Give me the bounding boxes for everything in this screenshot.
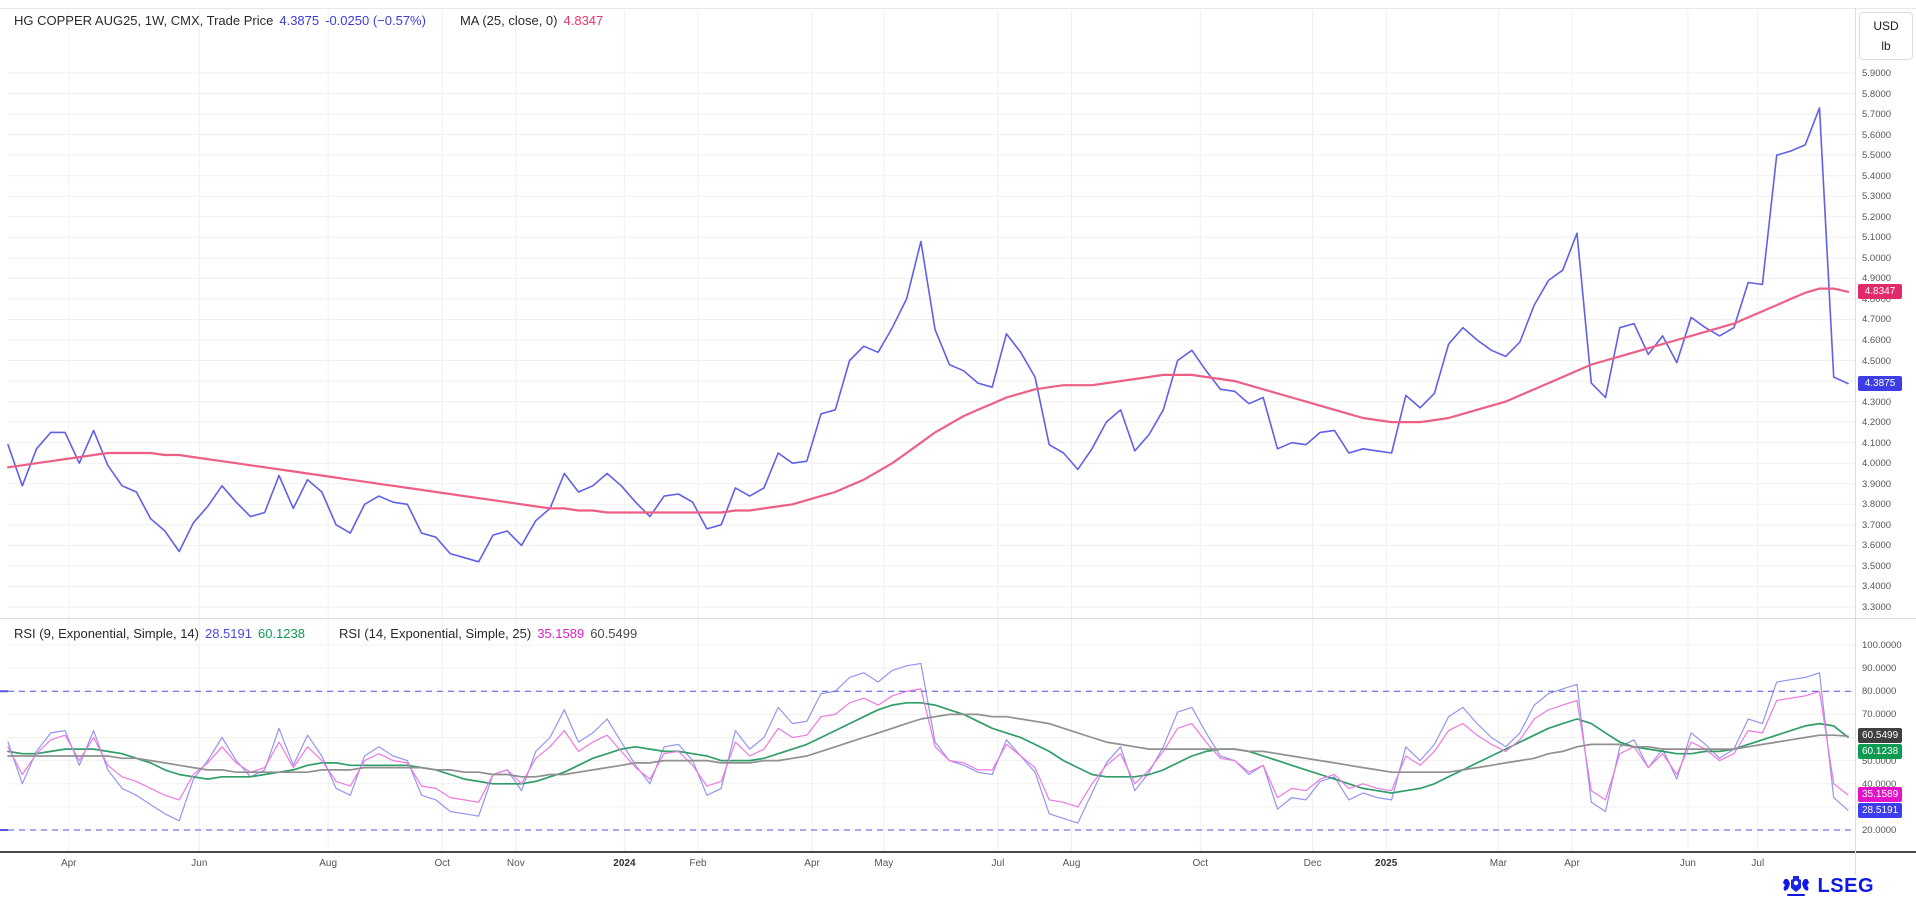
- price-and-rsi-chart[interactable]: [0, 0, 1916, 905]
- month-label: Oct: [1193, 858, 1209, 869]
- month-label: Feb: [689, 858, 706, 869]
- last-price-value: 4.3875: [279, 13, 319, 28]
- price-change-value: -0.0250 (−0.57%): [325, 13, 426, 28]
- month-label: Jun: [191, 858, 207, 869]
- month-label: Nov: [507, 858, 525, 869]
- price-axis-label: 5.4000: [1862, 171, 1891, 182]
- price-axis-label: 3.8000: [1862, 499, 1891, 510]
- rsi14-smooth-value: 60.5499: [590, 626, 637, 641]
- price-axis-label: 3.5000: [1862, 561, 1891, 572]
- rsi14-smooth-badge: 60.5499: [1858, 728, 1902, 743]
- month-label: Apr: [61, 858, 77, 869]
- lseg-crest-icon: [1781, 874, 1811, 898]
- year-label: 2025: [1375, 858, 1397, 869]
- price-axis-label: 5.6000: [1862, 130, 1891, 141]
- price-axis-label: 3.6000: [1862, 540, 1891, 551]
- top-border: [0, 8, 1916, 9]
- panel-separator[interactable]: [0, 618, 1916, 619]
- price-axis-label: 5.1000: [1862, 232, 1891, 243]
- rsi14-badge: 35.1589: [1858, 787, 1902, 802]
- price-axis-label: 5.0000: [1862, 253, 1891, 264]
- price-axis-border[interactable]: [1855, 8, 1856, 875]
- price-axis-label: 4.9000: [1862, 273, 1891, 284]
- price-axis-label: 5.7000: [1862, 109, 1891, 120]
- month-label: Aug: [1063, 858, 1081, 869]
- ma-badge: 4.8347: [1858, 284, 1902, 299]
- price-axis-label: 5.9000: [1862, 68, 1891, 79]
- rsi-axis-label: 70.0000: [1862, 709, 1896, 720]
- unit-currency: USD: [1873, 16, 1898, 36]
- month-label: Mar: [1490, 858, 1507, 869]
- ma-indicator-value: 4.8347: [564, 13, 604, 28]
- price-axis-label: 3.4000: [1862, 581, 1891, 592]
- unit-measure: lb: [1881, 36, 1890, 56]
- month-label: Jul: [992, 858, 1005, 869]
- price-legend: HG COPPER AUG25, 1W, CMX, Trade Price 4.…: [14, 13, 603, 28]
- month-label: Aug: [319, 858, 337, 869]
- month-label: Dec: [1304, 858, 1322, 869]
- rsi9-value: 28.5191: [205, 626, 252, 641]
- rsi-legend: RSI (9, Exponential, Simple, 14) 28.5191…: [14, 626, 637, 641]
- lseg-brand: LSEG: [1781, 874, 1874, 898]
- month-label: Apr: [1564, 858, 1580, 869]
- price-axis-label: 4.7000: [1862, 314, 1891, 325]
- price-unit-box[interactable]: USD lb: [1859, 12, 1913, 60]
- price-axis-label: 5.2000: [1862, 212, 1891, 223]
- price-axis-label: 4.6000: [1862, 335, 1891, 346]
- last-badge: 4.3875: [1858, 376, 1902, 391]
- x-axis-line: [0, 851, 1916, 853]
- month-label: Apr: [804, 858, 820, 869]
- price-axis-label: 4.1000: [1862, 438, 1891, 449]
- rsi-axis-label: 80.0000: [1862, 686, 1896, 697]
- month-label: Jul: [1751, 858, 1764, 869]
- price-axis-label: 3.9000: [1862, 479, 1891, 490]
- rsi-axis-label: 90.0000: [1862, 663, 1896, 674]
- rsi-axis-label: 100.0000: [1862, 640, 1902, 651]
- rsi-axis-label: 20.0000: [1862, 825, 1896, 836]
- rsi9-smooth-value: 60.1238: [258, 626, 305, 641]
- rsi14-indicator-label[interactable]: RSI (14, Exponential, Simple, 25): [339, 626, 531, 641]
- price-axis-label: 3.3000: [1862, 602, 1891, 613]
- month-label: May: [874, 858, 893, 869]
- price-axis-label: 5.8000: [1862, 89, 1891, 100]
- rsi9-badge: 28.5191: [1858, 803, 1902, 818]
- lseg-logo-text: LSEG: [1818, 875, 1874, 898]
- price-axis-label: 3.7000: [1862, 520, 1891, 531]
- month-label: Jun: [1680, 858, 1696, 869]
- symbol-title[interactable]: HG COPPER AUG25, 1W, CMX, Trade Price: [14, 13, 273, 28]
- rsi9-smooth-badge: 60.1238: [1858, 744, 1902, 759]
- rsi14-value: 35.1589: [537, 626, 584, 641]
- price-axis-label: 5.3000: [1862, 191, 1891, 202]
- price-axis-label: 4.3000: [1862, 397, 1891, 408]
- price-axis-label: 5.5000: [1862, 150, 1891, 161]
- month-label: Oct: [434, 858, 450, 869]
- price-axis-label: 4.0000: [1862, 458, 1891, 469]
- price-axis-label: 4.2000: [1862, 417, 1891, 428]
- rsi9-indicator-label[interactable]: RSI (9, Exponential, Simple, 14): [14, 626, 199, 641]
- chart-window: HG COPPER AUG25, 1W, CMX, Trade Price 4.…: [0, 0, 1916, 905]
- ma-indicator-label[interactable]: MA (25, close, 0): [460, 13, 558, 28]
- price-axis-label: 4.5000: [1862, 356, 1891, 367]
- year-label: 2024: [613, 858, 635, 869]
